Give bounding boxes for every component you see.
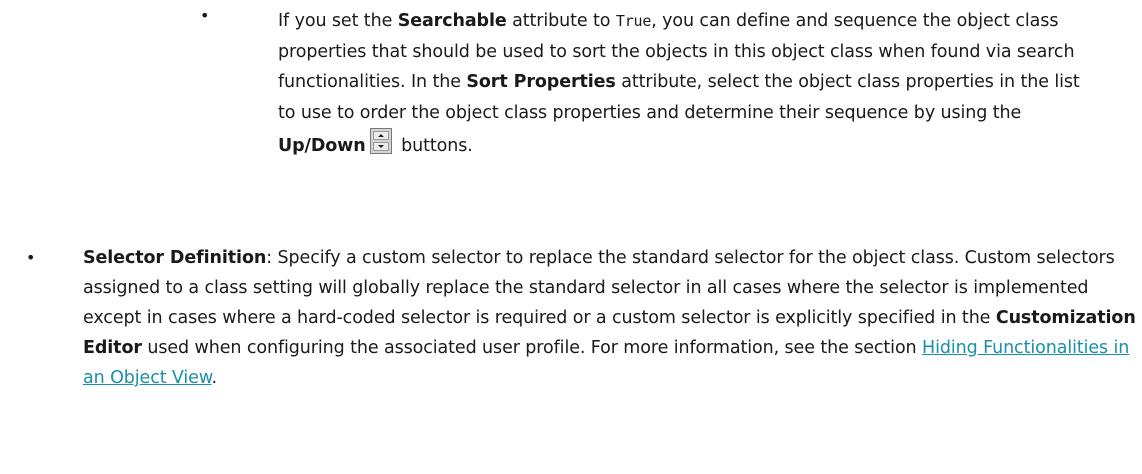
text-run: attribute to <box>506 11 616 31</box>
text-run: . <box>211 368 217 388</box>
searchable-term: Searchable <box>397 11 507 31</box>
text-run: If you set the <box>278 11 398 31</box>
up-down-spinner-icon <box>369 128 392 154</box>
text-run: used when configuring the associated use… <box>141 338 923 358</box>
selector-definition-term: Selector Definition <box>83 248 267 268</box>
searchable-sort-paragraph: If you set the Searchable attribute to T… <box>278 6 1098 162</box>
up-down-term: Up/Down <box>278 136 366 156</box>
selector-definition-paragraph: Selector Definition: Specify a custom se… <box>83 243 1139 393</box>
sort-properties-term: Sort Properties <box>466 72 616 92</box>
bullet-marker: • <box>26 248 36 267</box>
bullet-marker: • <box>200 6 210 25</box>
text-run: buttons. <box>395 136 473 156</box>
true-code-value: True <box>615 12 652 30</box>
